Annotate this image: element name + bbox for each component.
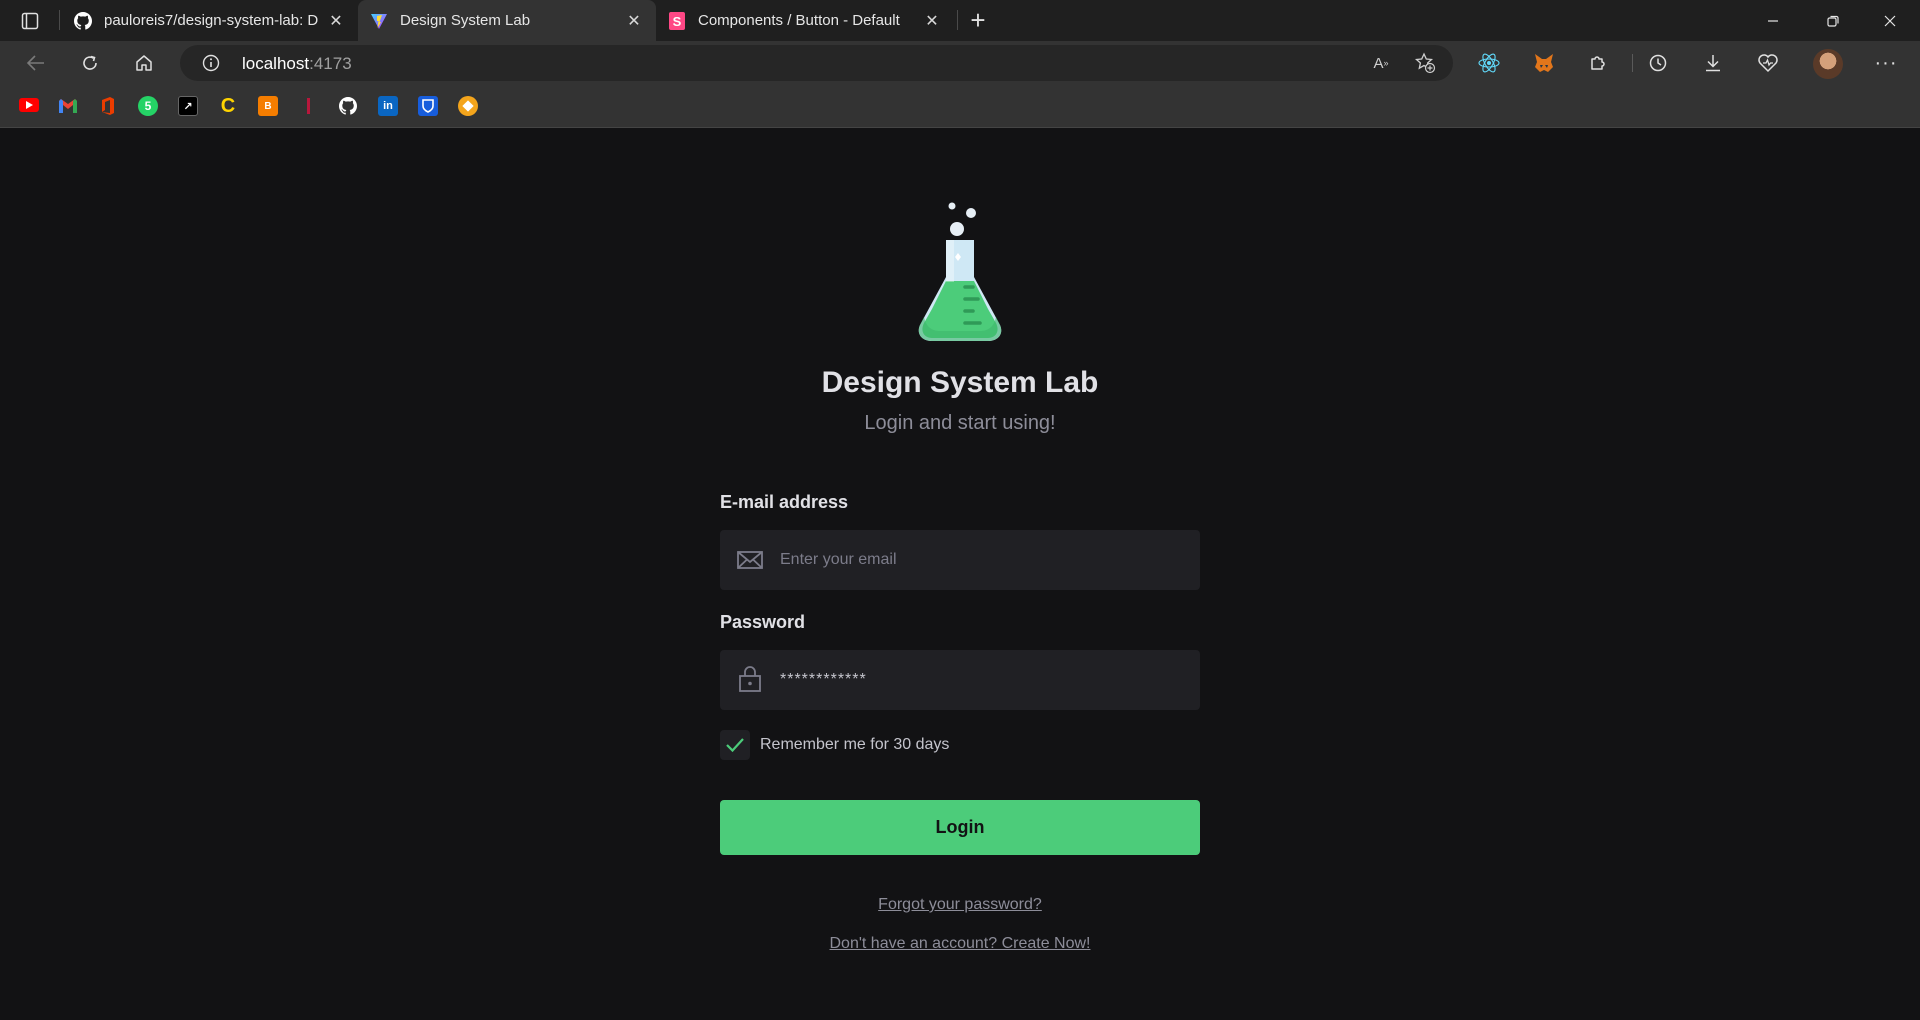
- home-icon: [136, 55, 152, 71]
- reload-button[interactable]: [74, 48, 106, 78]
- react-icon: [1478, 53, 1500, 73]
- login-page: Design System Lab Login and start using!…: [0, 129, 1920, 1020]
- email-label: E-mail address: [720, 492, 849, 512]
- page-title: Design System Lab: [821, 366, 1099, 399]
- remember-checkbox[interactable]: [720, 730, 750, 760]
- github-icon[interactable]: [338, 96, 358, 116]
- toolbar-divider: [1632, 54, 1633, 72]
- restore-button[interactable]: [1805, 0, 1861, 41]
- close-tab-icon[interactable]: ✕: [326, 11, 346, 31]
- url-host: localhost: [242, 54, 310, 73]
- download-icon: [1706, 55, 1720, 72]
- close-tab-icon[interactable]: ✕: [624, 11, 644, 31]
- downloads-button[interactable]: [1697, 48, 1729, 78]
- tab-title: Components / Button - Default: [698, 12, 900, 29]
- office-icon[interactable]: [98, 96, 118, 116]
- tab-title: Design System Lab: [400, 12, 531, 29]
- gmail-icon[interactable]: [58, 96, 78, 116]
- create-account-link[interactable]: Don't have an account? Create Now!: [0, 935, 1920, 953]
- storybook-icon: S: [668, 11, 686, 30]
- bookmark-icon[interactable]: [298, 96, 318, 116]
- heart-pulse-icon: [1758, 54, 1778, 73]
- coursera-icon[interactable]: C: [218, 95, 238, 117]
- close-icon: [1884, 15, 1896, 26]
- notion-icon[interactable]: ↗: [178, 96, 198, 116]
- tab-storybook[interactable]: S Components / Button - Default ✕: [656, 0, 954, 41]
- history-button[interactable]: [1642, 48, 1674, 78]
- blogger-icon[interactable]: B: [258, 96, 278, 116]
- react-devtools-extension[interactable]: [1473, 48, 1505, 78]
- checkmark-icon: [726, 738, 744, 753]
- tab-title: pauloreis7/design-system-lab: D: [104, 12, 319, 29]
- tab-separator: [957, 10, 958, 30]
- tab-actions-button[interactable]: [12, 8, 48, 34]
- read-aloud-icon[interactable]: A»: [1368, 52, 1394, 74]
- close-tab-icon[interactable]: ✕: [922, 11, 942, 31]
- flask-logo-icon: [918, 202, 1002, 341]
- settings-menu-button[interactable]: ···: [1870, 48, 1902, 78]
- metamask-extension[interactable]: [1528, 48, 1560, 78]
- envelope-icon: [737, 551, 763, 569]
- linkedin-icon[interactable]: in: [378, 96, 398, 116]
- tab-actions-icon: [21, 12, 39, 30]
- youtube-icon[interactable]: [19, 98, 39, 112]
- page-subtitle: Login and start using!: [864, 412, 1056, 434]
- email-field[interactable]: [720, 530, 1200, 590]
- performance-button[interactable]: [1752, 48, 1784, 78]
- reload-icon: [83, 55, 97, 70]
- app-icon[interactable]: [458, 96, 478, 116]
- info-icon[interactable]: [202, 54, 220, 77]
- profile-avatar[interactable]: [1813, 49, 1843, 79]
- bookmarks-bar: 5 ↗ C B in: [0, 84, 1920, 128]
- history-icon: [1649, 54, 1667, 72]
- login-button[interactable]: Login: [720, 800, 1200, 855]
- metamask-fox-icon: [1535, 54, 1553, 72]
- remember-label[interactable]: Remember me for 30 days: [760, 736, 949, 754]
- more-icon: ···: [1874, 51, 1898, 74]
- tab-strip: pauloreis7/design-system-lab: D ✕ Design…: [0, 0, 1920, 41]
- url-text: localhost:4173: [242, 54, 352, 74]
- url-port: :4173: [309, 54, 352, 73]
- bitwarden-icon[interactable]: [418, 96, 438, 116]
- back-button[interactable]: [20, 48, 52, 78]
- home-button[interactable]: [128, 48, 160, 78]
- add-favorite-icon[interactable]: [1412, 52, 1438, 74]
- minimize-icon: [1768, 19, 1778, 22]
- restore-icon: [1827, 15, 1839, 27]
- close-window-button[interactable]: [1862, 0, 1918, 41]
- email-input[interactable]: [780, 530, 1180, 590]
- vite-icon: [370, 12, 388, 30]
- back-arrow-icon: [26, 55, 44, 71]
- browser-toolbar: localhost:4173 A» ···: [0, 41, 1920, 84]
- puzzle-icon: [1591, 56, 1605, 70]
- tab-design-system-lab[interactable]: Design System Lab ✕: [358, 0, 656, 41]
- tab-github[interactable]: pauloreis7/design-system-lab: D ✕: [62, 0, 358, 41]
- tab-separator: [59, 10, 60, 30]
- address-bar[interactable]: localhost:4173 A»: [180, 45, 1453, 81]
- lock-icon: [739, 666, 761, 692]
- forgot-password-link[interactable]: Forgot your password?: [0, 896, 1920, 914]
- password-field[interactable]: [720, 650, 1200, 710]
- svg-text:S: S: [673, 14, 682, 29]
- whatsapp-icon[interactable]: 5: [138, 96, 158, 116]
- minimize-button[interactable]: [1745, 0, 1801, 41]
- extensions-button[interactable]: [1582, 48, 1614, 78]
- github-icon: [74, 11, 92, 30]
- password-label: Password: [720, 612, 806, 632]
- password-input[interactable]: [780, 650, 1180, 710]
- new-tab-button[interactable]: +: [964, 7, 992, 34]
